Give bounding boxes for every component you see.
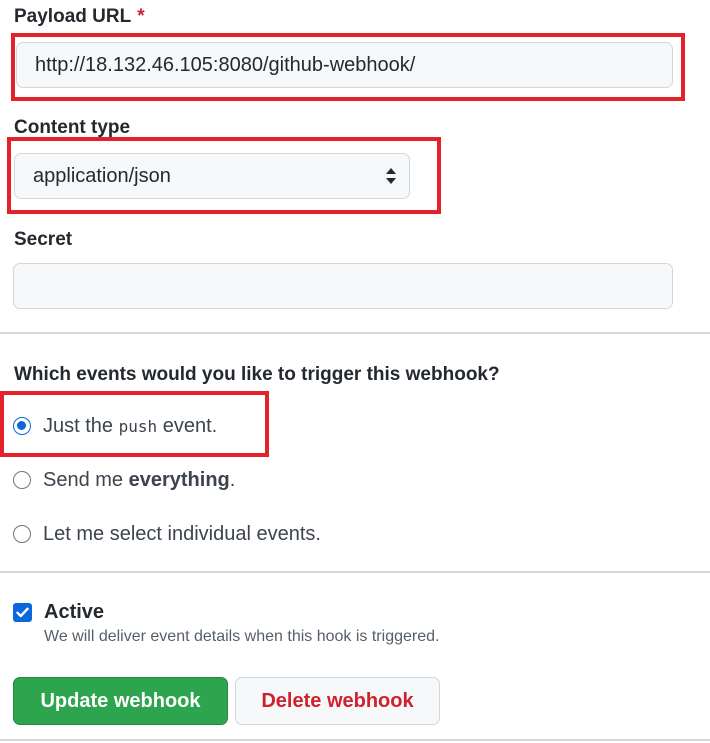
content-type-label: Content type	[14, 117, 131, 138]
divider	[0, 739, 710, 741]
divider	[0, 571, 710, 573]
radio-button[interactable]	[13, 525, 31, 543]
label-prefix: Just the	[43, 414, 119, 437]
events-heading: Which events would you like to trigger t…	[14, 364, 500, 385]
payload-url-input[interactable]	[16, 42, 673, 88]
radio-button-checked[interactable]	[13, 417, 31, 435]
payload-url-label: Payload URL *	[14, 6, 145, 28]
active-checkbox-row[interactable]: Active	[13, 600, 104, 624]
content-type-selected-value: application/json	[33, 164, 171, 187]
radio-push-event[interactable]: Just the push event.	[13, 411, 217, 441]
radio-individual-events[interactable]: Let me select individual events.	[13, 519, 321, 549]
radio-button[interactable]	[13, 471, 31, 489]
radio-everything[interactable]: Send me everything.	[13, 465, 235, 495]
webhook-form: Payload URL* Content type application/js…	[0, 0, 710, 743]
update-webhook-button[interactable]: Update webhook	[13, 677, 228, 725]
delete-webhook-button[interactable]: Delete webhook	[235, 677, 440, 725]
label-prefix: Send me	[43, 468, 129, 491]
radio-push-event-label: Just the push event.	[43, 415, 217, 438]
everything-bold: everything	[128, 468, 230, 491]
check-icon	[16, 607, 29, 617]
required-marker: *	[137, 6, 145, 27]
push-code: push	[118, 416, 158, 436]
radio-everything-label: Send me everything.	[43, 469, 235, 492]
content-type-select[interactable]: application/json	[14, 153, 410, 199]
active-hint: We will deliver event details when this …	[44, 628, 440, 645]
secret-label: Secret	[14, 229, 73, 250]
label-suffix: .	[229, 468, 236, 491]
secret-input[interactable]	[13, 263, 673, 309]
up-down-caret-icon	[386, 168, 396, 184]
label-suffix: event.	[157, 414, 218, 437]
payload-url-label-text: Payload URL	[14, 6, 132, 27]
radio-individual-events-label: Let me select individual events.	[43, 522, 321, 545]
active-label: Active	[44, 600, 105, 623]
divider	[0, 332, 710, 334]
active-checkbox[interactable]	[13, 602, 32, 622]
